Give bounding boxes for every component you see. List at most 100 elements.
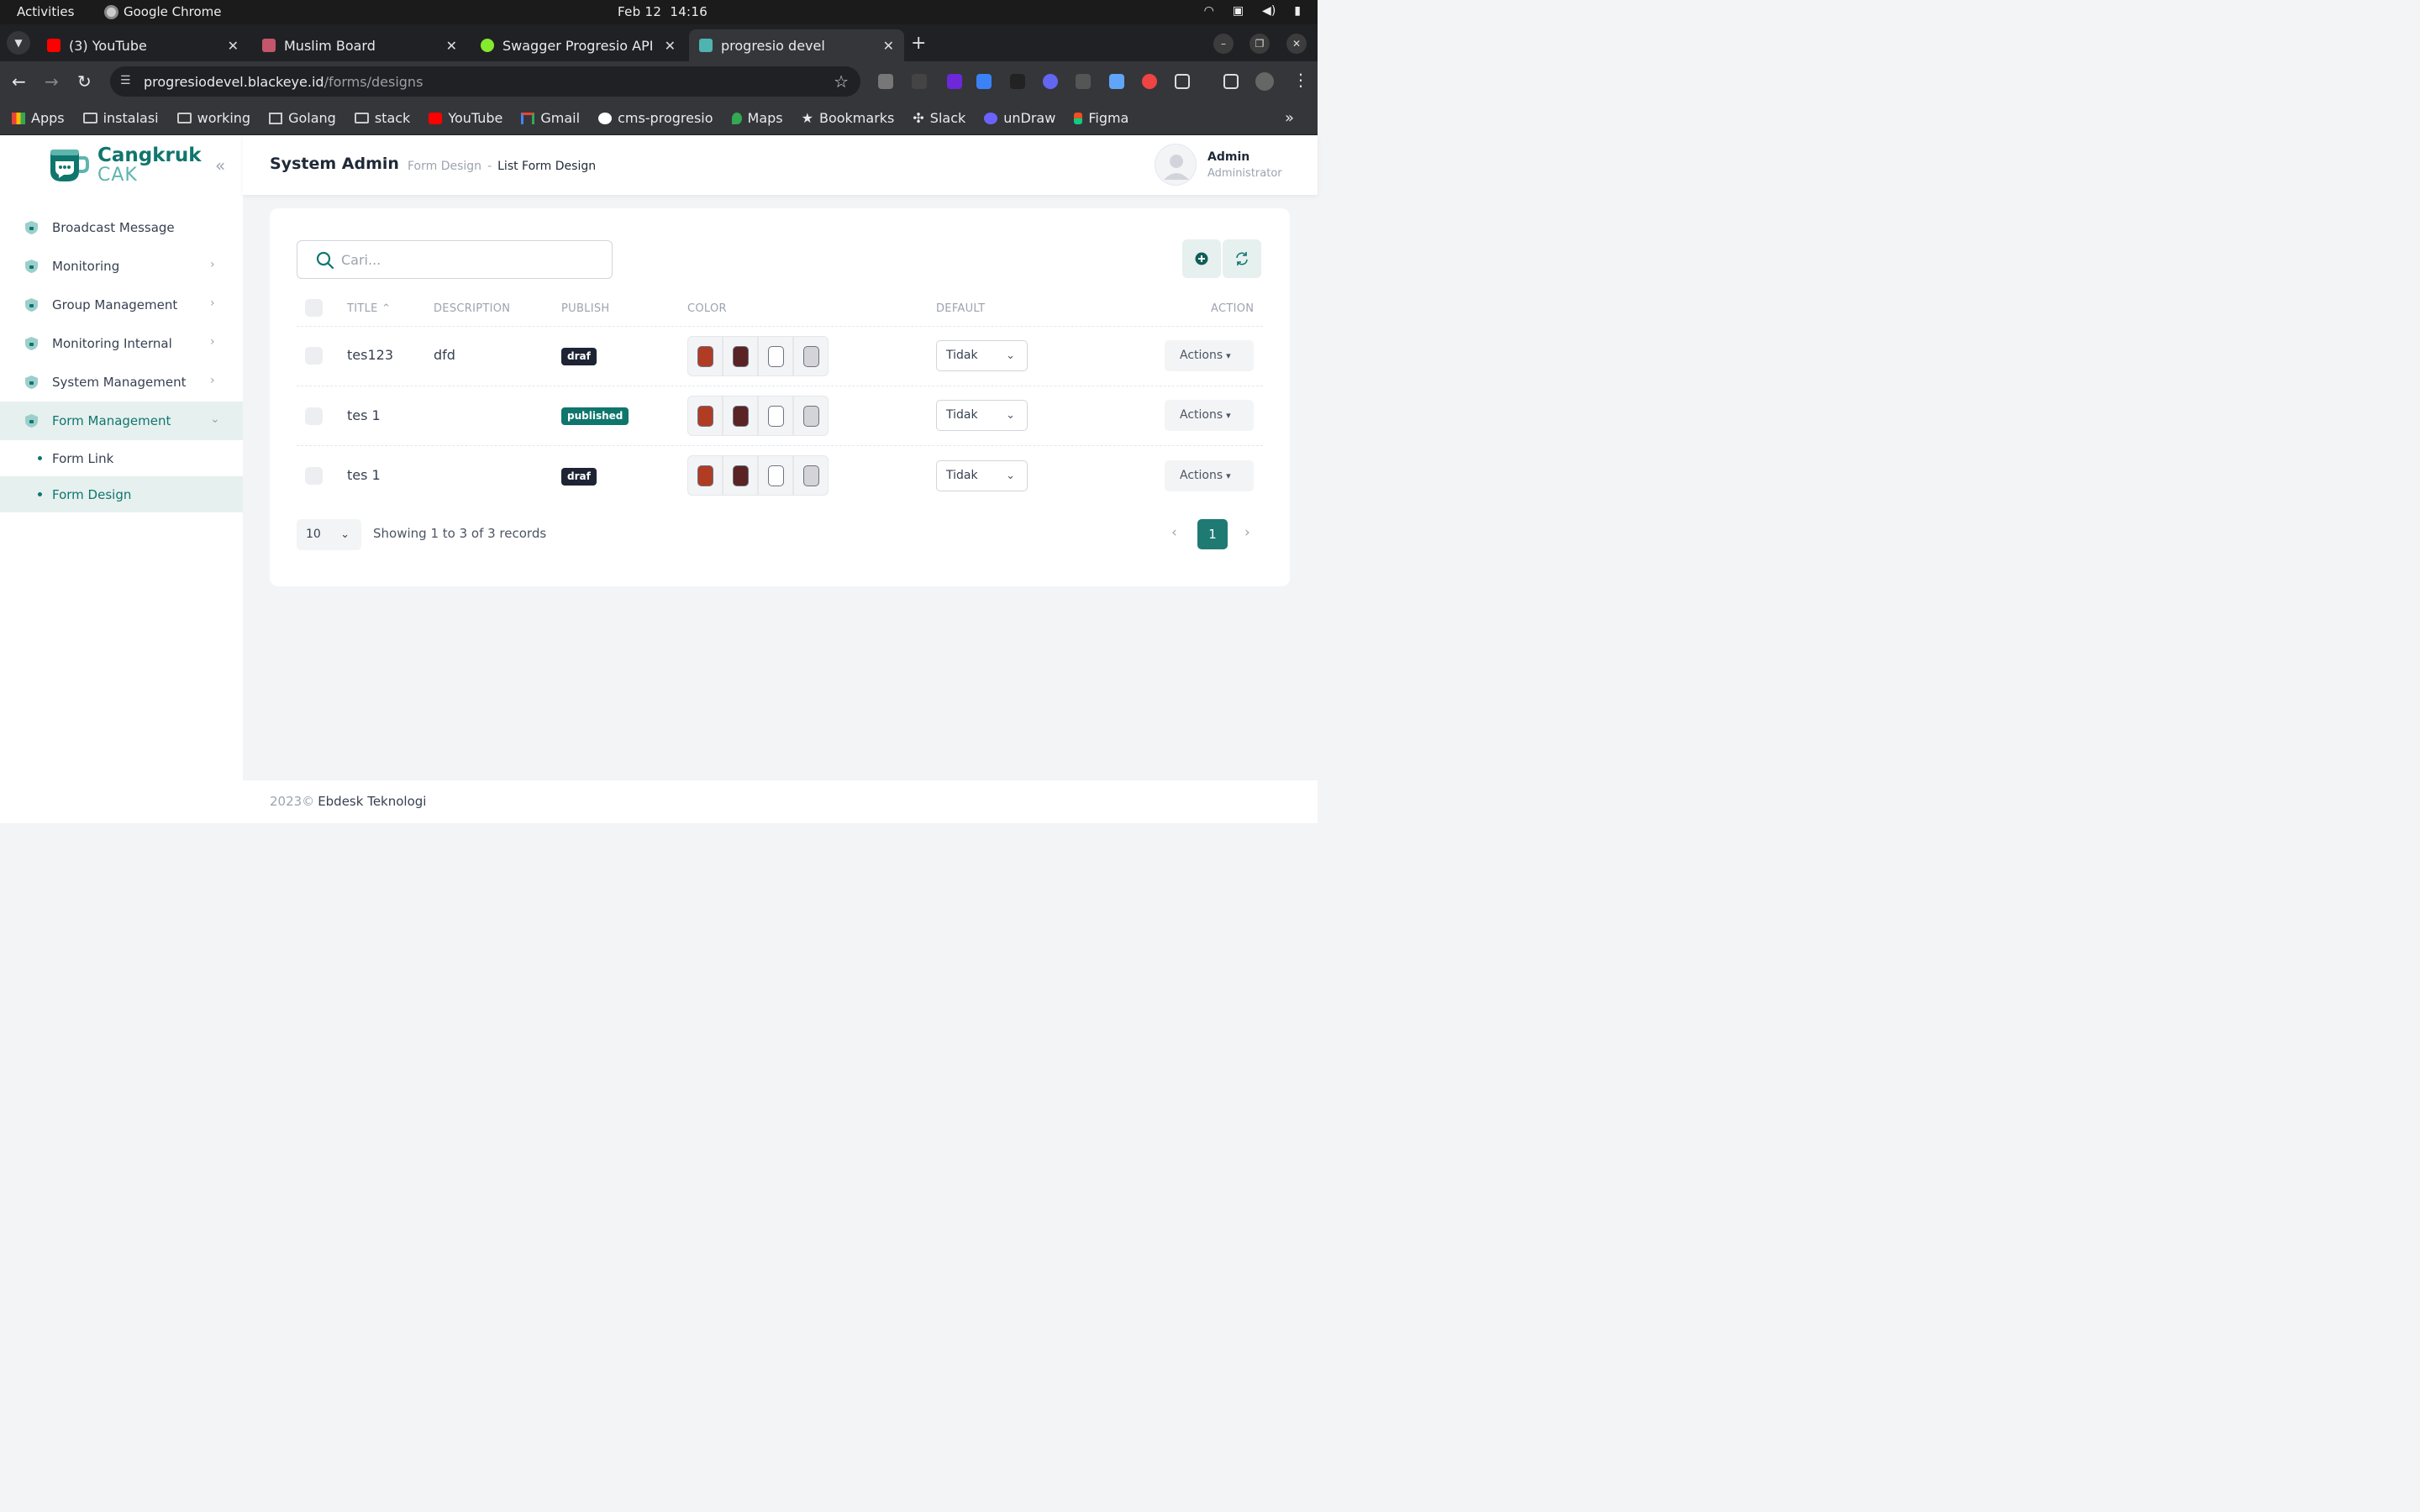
sidebar-item-system-management[interactable]: System Management ›: [0, 363, 243, 402]
close-icon[interactable]: ✕: [446, 38, 457, 54]
bookmark-apps[interactable]: Apps: [12, 110, 65, 126]
activities-button[interactable]: Activities: [17, 4, 74, 19]
default-select[interactable]: Tidak ⌄: [936, 460, 1028, 491]
system-tray[interactable]: ◠ ▣ ◀) ▮: [1204, 4, 1301, 18]
maximize-button[interactable]: ❐: [1249, 34, 1270, 54]
tab-swagger[interactable]: Swagger Progresio API ✕: [471, 29, 686, 61]
refresh-button[interactable]: [1223, 239, 1261, 278]
profile-avatar[interactable]: [1255, 72, 1274, 91]
forward-button[interactable]: →: [45, 71, 59, 92]
sidebar-subitem-form-design[interactable]: Form Design: [0, 476, 243, 512]
extension-icon[interactable]: [1109, 74, 1124, 89]
footer-company[interactable]: Ebdesk Teknologi: [318, 794, 426, 809]
breadcrumb-separator: -: [487, 160, 492, 173]
color-swatch[interactable]: [793, 396, 829, 436]
app-menu[interactable]: Google Chrome: [104, 4, 222, 19]
close-icon[interactable]: ✕: [883, 38, 894, 54]
bookmark-cms-progresio[interactable]: cms-progresio: [598, 110, 713, 126]
page-size-select[interactable]: 10 ⌄: [297, 519, 361, 550]
sidebar-item-broadcast-message[interactable]: Broadcast Message: [0, 208, 243, 247]
user-name[interactable]: Admin: [1207, 150, 1249, 164]
sidebar-item-monitoring-internal[interactable]: Monitoring Internal ›: [0, 324, 243, 363]
minimize-button[interactable]: –: [1213, 34, 1234, 54]
row-checkbox[interactable]: [305, 467, 323, 485]
bookmark-working[interactable]: working: [176, 110, 250, 126]
back-button[interactable]: ←: [12, 71, 26, 92]
avatar[interactable]: [1155, 144, 1197, 186]
color-swatch[interactable]: [687, 455, 723, 496]
row-checkbox[interactable]: [305, 347, 323, 365]
bookmark-maps[interactable]: Maps: [731, 110, 783, 126]
color-swatch[interactable]: [723, 396, 758, 436]
bookmark-stack[interactable]: stack: [354, 110, 410, 126]
row-checkbox[interactable]: [305, 407, 323, 425]
sidebar-subitem-form-link[interactable]: Form Link: [0, 440, 243, 476]
add-button[interactable]: [1182, 239, 1221, 278]
sidebar-item-group-management[interactable]: Group Management ›: [0, 286, 243, 324]
color-swatch[interactable]: [723, 336, 758, 376]
tab-progresio-devel[interactable]: progresio devel ✕: [689, 29, 904, 61]
actions-button[interactable]: Actions ▾: [1165, 340, 1254, 371]
color-swatch[interactable]: [687, 336, 723, 376]
site-info-icon[interactable]: ☰: [120, 74, 131, 87]
color-swatch[interactable]: [793, 336, 829, 376]
bookmark-star-icon[interactable]: ☆: [834, 71, 849, 92]
color-swatch[interactable]: [687, 396, 723, 436]
bookmark-instalasi[interactable]: instalasi: [82, 110, 159, 126]
actions-button[interactable]: Actions ▾: [1165, 400, 1254, 431]
select-all-checkbox[interactable]: [305, 299, 323, 317]
next-page-icon[interactable]: ›: [1244, 524, 1250, 541]
extension-icon[interactable]: [1076, 74, 1091, 89]
sidebar-item-monitoring[interactable]: Monitoring ›: [0, 247, 243, 286]
bookmark-youtube[interactable]: YouTube: [429, 110, 502, 126]
apps-grid-icon: [12, 112, 25, 124]
default-select[interactable]: Tidak ⌄: [936, 340, 1028, 371]
color-swatch[interactable]: [793, 455, 829, 496]
default-select[interactable]: Tidak ⌄: [936, 400, 1028, 431]
extension-icon[interactable]: [976, 74, 992, 89]
bookmark-slack[interactable]: ✣ Slack: [913, 110, 965, 126]
reload-button[interactable]: ↻: [77, 71, 92, 92]
extension-icon[interactable]: [1043, 74, 1058, 89]
extension-icon[interactable]: [947, 74, 962, 89]
column-header-description: DESCRIPTION: [434, 302, 511, 315]
extensions-puzzle-icon[interactable]: [1175, 74, 1190, 89]
column-header-title[interactable]: TITLE ⌃: [347, 302, 391, 315]
color-swatch[interactable]: [723, 455, 758, 496]
bookmark-figma[interactable]: Figma: [1074, 110, 1128, 126]
close-icon[interactable]: ✕: [665, 38, 676, 54]
address-bar[interactable]: ☰ progresiodevel.blackeye.id/forms/desig…: [110, 66, 860, 97]
side-panel-icon[interactable]: [1223, 74, 1239, 89]
breadcrumb-parent[interactable]: Form Design: [408, 160, 481, 173]
bookmark-gmail[interactable]: Gmail: [521, 110, 580, 126]
close-window-button[interactable]: ✕: [1286, 34, 1307, 54]
new-tab-button[interactable]: +: [911, 33, 926, 54]
bookmark-undraw[interactable]: unDraw: [984, 110, 1055, 126]
page-number-button[interactable]: 1: [1197, 519, 1228, 549]
os-top-bar: Activities Google Chrome Feb 12 14:16 ◠ …: [0, 0, 1318, 24]
extension-icon[interactable]: [878, 74, 893, 89]
clock[interactable]: Feb 12 14:16: [618, 4, 708, 19]
chrome-menu-icon[interactable]: ⋮: [1292, 70, 1309, 90]
close-icon[interactable]: ✕: [228, 38, 239, 54]
sidebar-item-form-management[interactable]: Form Management ⌄: [0, 402, 243, 440]
bookmarks-overflow-icon[interactable]: »: [1285, 109, 1294, 127]
book-icon: [269, 112, 283, 124]
color-swatch[interactable]: [758, 396, 793, 436]
bookmark-golang[interactable]: Golang: [269, 110, 336, 126]
tab-muslim-board[interactable]: Muslim Board ✕: [252, 29, 467, 61]
extension-icon[interactable]: [1142, 74, 1157, 89]
extension-icon[interactable]: [912, 74, 927, 89]
tab-search-button[interactable]: ▼: [7, 31, 30, 55]
tab-youtube[interactable]: (3) YouTube ✕: [37, 29, 249, 61]
brand-logo[interactable]: Cangkruk CAK: [44, 145, 202, 186]
collapse-sidebar-icon[interactable]: «: [215, 155, 225, 176]
color-swatch[interactable]: [758, 455, 793, 496]
extension-icon[interactable]: [1010, 74, 1025, 89]
bookmark-bookmarks[interactable]: ★ Bookmarks: [802, 110, 895, 126]
previous-page-icon[interactable]: ‹: [1171, 524, 1177, 541]
search-input[interactable]: [341, 251, 593, 268]
color-swatch[interactable]: [758, 336, 793, 376]
sidebar-item-label: Form Design: [52, 486, 132, 502]
actions-button[interactable]: Actions ▾: [1165, 460, 1254, 491]
